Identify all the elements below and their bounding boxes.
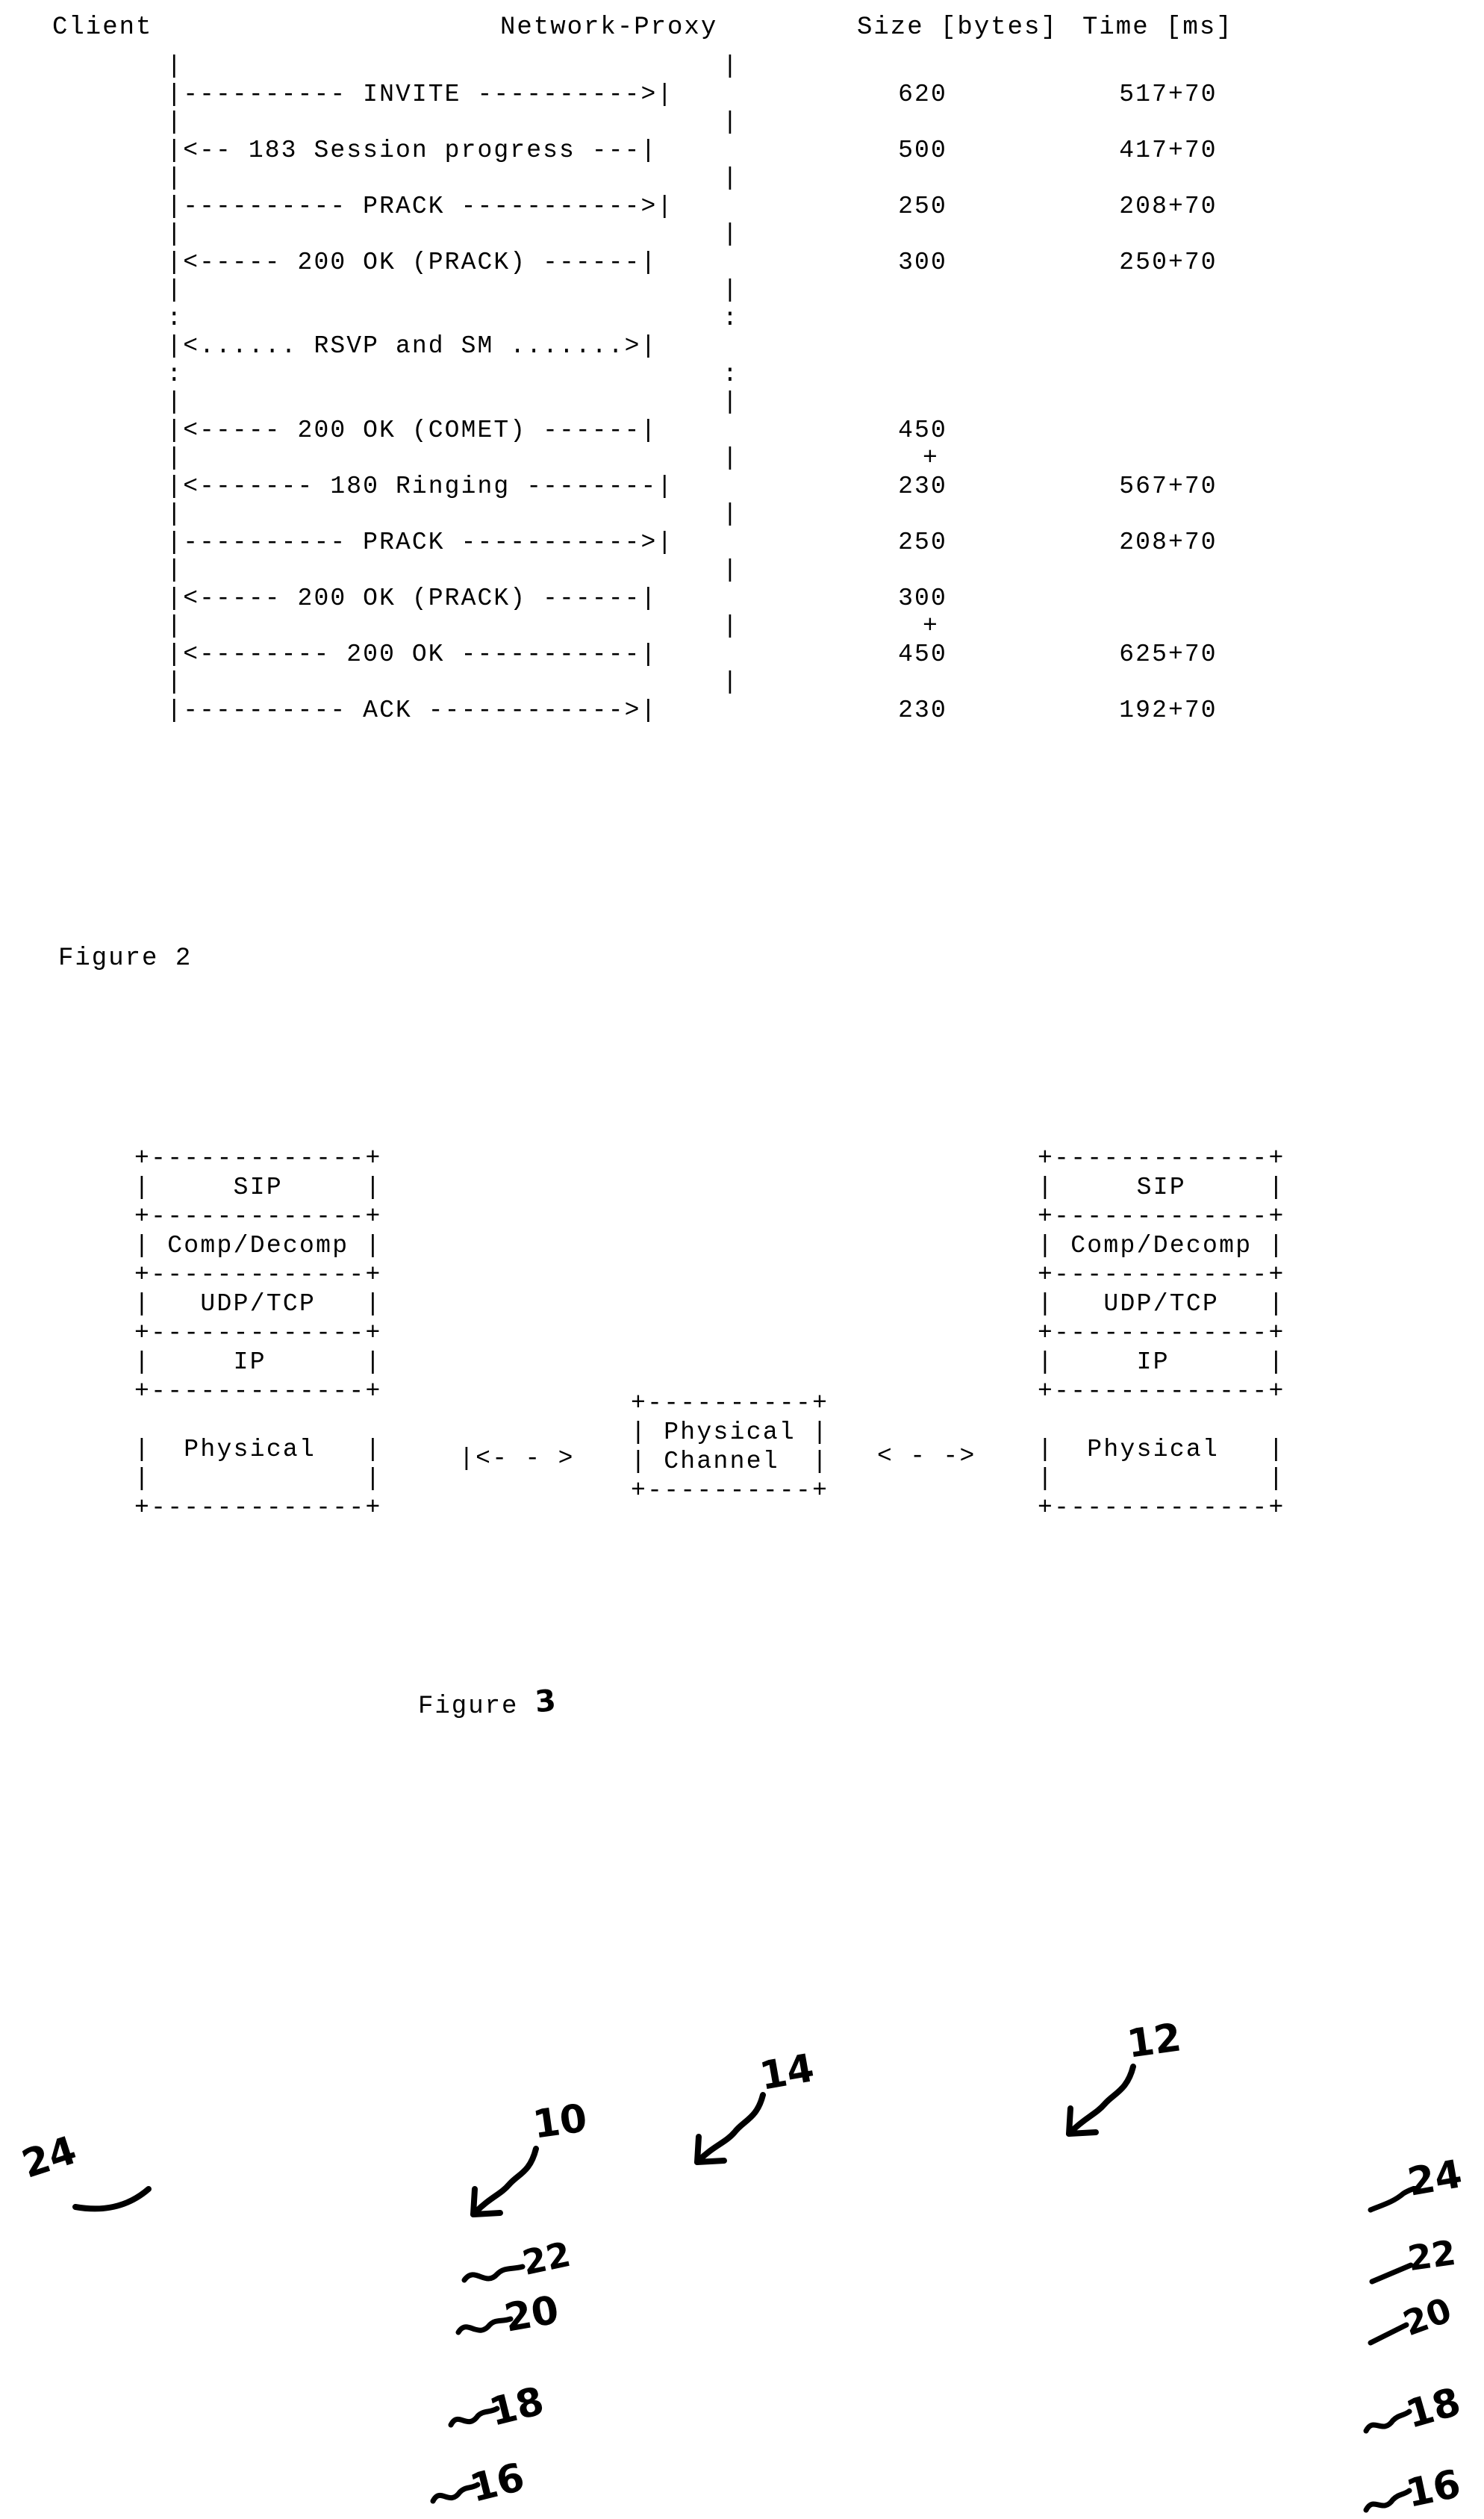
leader-line-22-right xyxy=(1369,2262,1414,2285)
reference-numeral-14: 14 xyxy=(756,2046,818,2099)
leader-line-20-left xyxy=(455,2316,514,2335)
physical-channel-box: +----------+ | Physical | | Channel | +-… xyxy=(631,1389,829,1504)
figure-3-caption-number: 3 xyxy=(533,1683,559,1720)
size-values-column: 620 500 250 300 450 + 230 250 300 + 450 … xyxy=(898,80,947,724)
right-channel-connector: < - -> xyxy=(877,1442,976,1470)
column-header-time: Time [ms] xyxy=(1082,13,1233,42)
client-protocol-stack: +-------------+ | SIP | +-------------+ … xyxy=(134,1145,382,1522)
figure-2-sequence-diagram: Client Network-Proxy Size [bytes] Time [… xyxy=(0,0,1484,1015)
leader-line-16-right xyxy=(1363,2488,1412,2513)
leader-line-24-right xyxy=(1368,2186,1420,2213)
leader-line-12 xyxy=(1066,2064,1136,2137)
figure-3-protocol-stack-diagram: +-------------+ | SIP | +-------------+ … xyxy=(0,1030,1484,2517)
figure-2-caption: Figure 2 xyxy=(58,944,193,973)
leader-line-20-right xyxy=(1368,2322,1409,2346)
time-values-column: 517+70 417+70 208+70 250+70 567+70 208+7… xyxy=(1119,80,1218,724)
left-channel-connector: |<- - > xyxy=(459,1445,575,1472)
reference-numeral-12: 12 xyxy=(1124,2015,1185,2067)
reference-numeral-10: 10 xyxy=(530,2096,590,2148)
sequence-diagram-header-row: Client Network-Proxy Size [bytes] Time [… xyxy=(52,13,1433,55)
leader-line-18-left xyxy=(448,2406,500,2428)
column-header-network-proxy: Network-Proxy xyxy=(500,13,718,42)
column-header-client: Client xyxy=(52,13,153,42)
leader-line-18-right xyxy=(1363,2409,1412,2434)
leader-line-24-left xyxy=(72,2186,152,2212)
leader-line-10 xyxy=(470,2146,539,2217)
leader-line-22-left xyxy=(461,2264,526,2283)
figure-3-caption-text: Figure xyxy=(418,1693,535,1721)
sequence-diagram-grid: Client Network-Proxy Size [bytes] Time [… xyxy=(52,13,1433,724)
message-flow-ascii: | | |---------- INVITE ---------->| | | … xyxy=(166,52,739,724)
leader-line-14 xyxy=(694,2092,766,2165)
figure-3-caption: Figure 3 xyxy=(418,1683,559,1721)
leader-line-16-left xyxy=(430,2482,481,2504)
proxy-protocol-stack: +-------------+ | SIP | +-------------+ … xyxy=(1038,1145,1285,1522)
column-header-size: Size [bytes] xyxy=(857,13,1058,42)
